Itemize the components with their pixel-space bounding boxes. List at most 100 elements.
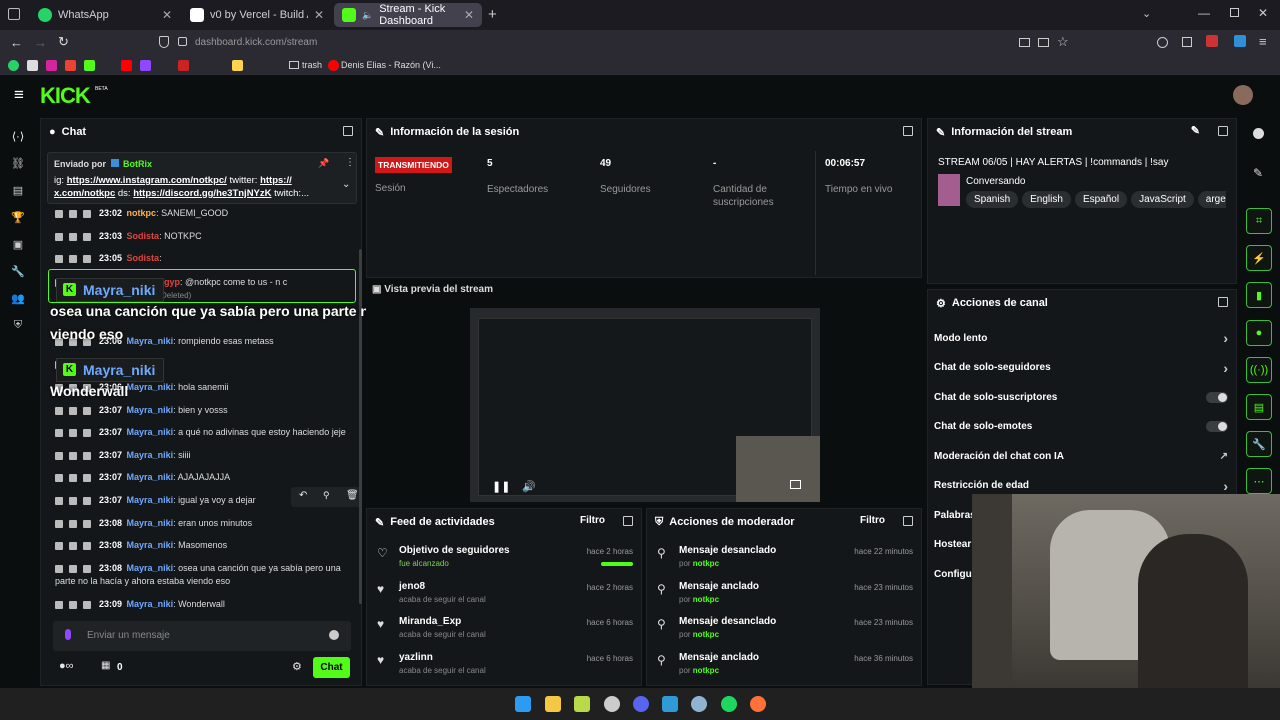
rail-button-layout[interactable]: ▤ [1246,394,1272,420]
activity-filter[interactable]: Filtro [580,515,605,526]
message-user[interactable]: Mayra_niki [127,540,174,550]
expand-icon[interactable] [903,126,913,136]
ban-icon[interactable] [83,254,91,263]
expand-icon[interactable] [1218,126,1228,136]
trash-icon[interactable] [55,451,63,460]
reply-icon[interactable]: ↶ [299,490,307,501]
kick-logo[interactable]: KICK [40,83,91,109]
reader-icon[interactable] [1019,38,1030,47]
timeout-icon[interactable] [69,451,77,460]
bookmark-icon[interactable] [178,60,189,71]
timeout-icon[interactable] [69,496,77,505]
trash-icon[interactable] [55,428,63,437]
x-bookmark-icon[interactable] [27,60,38,71]
shield-icon[interactable] [159,36,169,48]
mod-user[interactable]: notkpc [693,559,719,568]
chat-message[interactable]: 23:08 Mayra_niki: Masomenos [55,540,227,550]
gmail-bookmark-icon[interactable] [65,60,76,71]
pencil-icon[interactable]: ✎ [1253,166,1263,180]
channel-action-row[interactable]: Chat de solo-suscriptores [934,385,1228,409]
message-user[interactable]: Mayra_niki [127,495,174,505]
fullscreen-icon[interactable] [790,480,801,489]
chat-message[interactable]: 23:08 Mayra_niki: osea una canción que y… [55,563,341,573]
extension-badge-icon-2[interactable] [1234,35,1246,47]
message-user[interactable]: Mayra_niki [127,405,174,415]
delete-icon[interactable]: 🗑 [346,490,359,501]
trophy-icon[interactable]: 🏆 [11,211,25,224]
expand-icon[interactable] [343,126,353,136]
extension-badge-icon[interactable] [1206,35,1218,47]
extensions-icon[interactable] [1182,37,1192,47]
star-icon[interactable]: ☆ [1057,34,1069,50]
chat-message[interactable]: 23:09 Mayra_niki: Wonderwall [55,599,225,609]
chevron-down-icon[interactable]: ⌄ [342,179,350,190]
trash-icon[interactable] [55,600,63,609]
trash-icon[interactable] [55,564,63,573]
mod-icon[interactable]: ⛨ [11,319,25,331]
pip-icon[interactable] [1038,38,1049,47]
tab-kick-dashboard[interactable]: 🔈 Stream - Kick Dashboard ✕ [334,3,482,27]
message-user[interactable]: Sodista [127,253,160,263]
chat-message[interactable]: 23:07 Mayra_niki: bien y vosss [55,405,228,415]
back-icon[interactable]: ← [10,35,23,50]
ban-icon[interactable] [83,428,91,437]
chat-input[interactable]: Enviar un mensaje [53,621,351,651]
tag[interactable]: Español [1074,191,1128,208]
volume-icon[interactable]: 🔊 [522,480,536,493]
pin-icon[interactable]: ⚲ [323,490,330,501]
emoji-icon[interactable] [329,630,339,640]
stream-icon[interactable]: ⟨·⟩ [11,130,25,143]
forward-icon[interactable]: → [34,35,47,50]
pause-icon[interactable]: ❚❚ [492,480,510,493]
mod-filter[interactable]: Filtro [860,515,885,526]
gear-icon[interactable]: ⚙ [292,660,302,673]
message-user[interactable]: Mayra_niki [127,563,174,573]
steam-icon[interactable] [691,696,707,712]
file-explorer-icon[interactable] [545,696,561,712]
minimize-icon[interactable]: — [1198,6,1210,20]
message-user[interactable]: Mayra_niki [127,472,174,482]
timeout-icon[interactable] [69,232,77,241]
info-icon[interactable] [1253,128,1264,139]
tag[interactable]: argentina [1197,191,1226,208]
chat-message[interactable]: 23:07 Mayra_niki: igual ya voy a dejar [55,495,256,505]
chat-message[interactable]: 23:03 Sodista: NOTKPC [55,231,202,241]
rail-button-broadcast[interactable]: ((·)) [1246,357,1272,383]
trash-icon[interactable] [55,254,63,263]
timeout-icon[interactable] [69,406,77,415]
toggle-switch[interactable] [1206,391,1228,403]
chat-message[interactable]: 23:08 Mayra_niki: eran unos minutos [55,518,252,528]
folder-icon[interactable] [289,61,299,69]
url-field[interactable]: dashboard.kick.com/stream [195,37,317,48]
rail-button-more[interactable]: ⋯ [1246,468,1272,494]
lock-icon[interactable] [178,37,187,46]
message-user[interactable]: Mayra_niki [127,382,174,392]
message-user[interactable]: notkpc [127,208,157,218]
mod-user[interactable]: notkpc [693,666,719,675]
close-window-icon[interactable]: ✕ [1258,6,1268,20]
chat-message[interactable]: 23:07 Mayra_niki: a qué no adivinas que … [55,427,346,437]
timeout-icon[interactable] [69,209,77,218]
edit-icon[interactable]: ✎ [1191,124,1200,137]
timeout-icon[interactable] [69,519,77,528]
vscode-icon[interactable] [662,696,678,712]
channel-action-row[interactable]: Moderación del chat con IA ↗ [934,444,1228,468]
tag[interactable]: Spanish [966,191,1019,208]
rail-button-screen[interactable]: ⌗ [1246,208,1272,234]
message-user[interactable]: Mayra_niki [127,450,174,460]
mod-user[interactable]: notkpc [693,595,719,604]
chat-message[interactable]: 23:07 Mayra_niki: siiii [55,450,191,460]
pin-link[interactable]: x.com/notkpc [54,188,115,199]
trash-icon[interactable] [55,496,63,505]
firefox-icon[interactable] [750,696,766,712]
ban-icon[interactable] [83,232,91,241]
users-icon[interactable]: 👥 [11,292,25,305]
channel-action-row[interactable]: Chat de solo-emotes [934,415,1228,439]
message-user[interactable]: Mayra_niki [127,336,174,346]
tag[interactable]: JavaScript [1131,191,1194,208]
tab-v0[interactable]: v0 by Vercel - Build Agents, Ap ✕ [182,3,332,27]
youtube-bookmark-icon[interactable] [328,60,339,71]
maximize-icon[interactable] [1230,8,1239,17]
message-user[interactable]: Mayra_niki [127,518,174,528]
avatar[interactable] [1233,85,1253,105]
